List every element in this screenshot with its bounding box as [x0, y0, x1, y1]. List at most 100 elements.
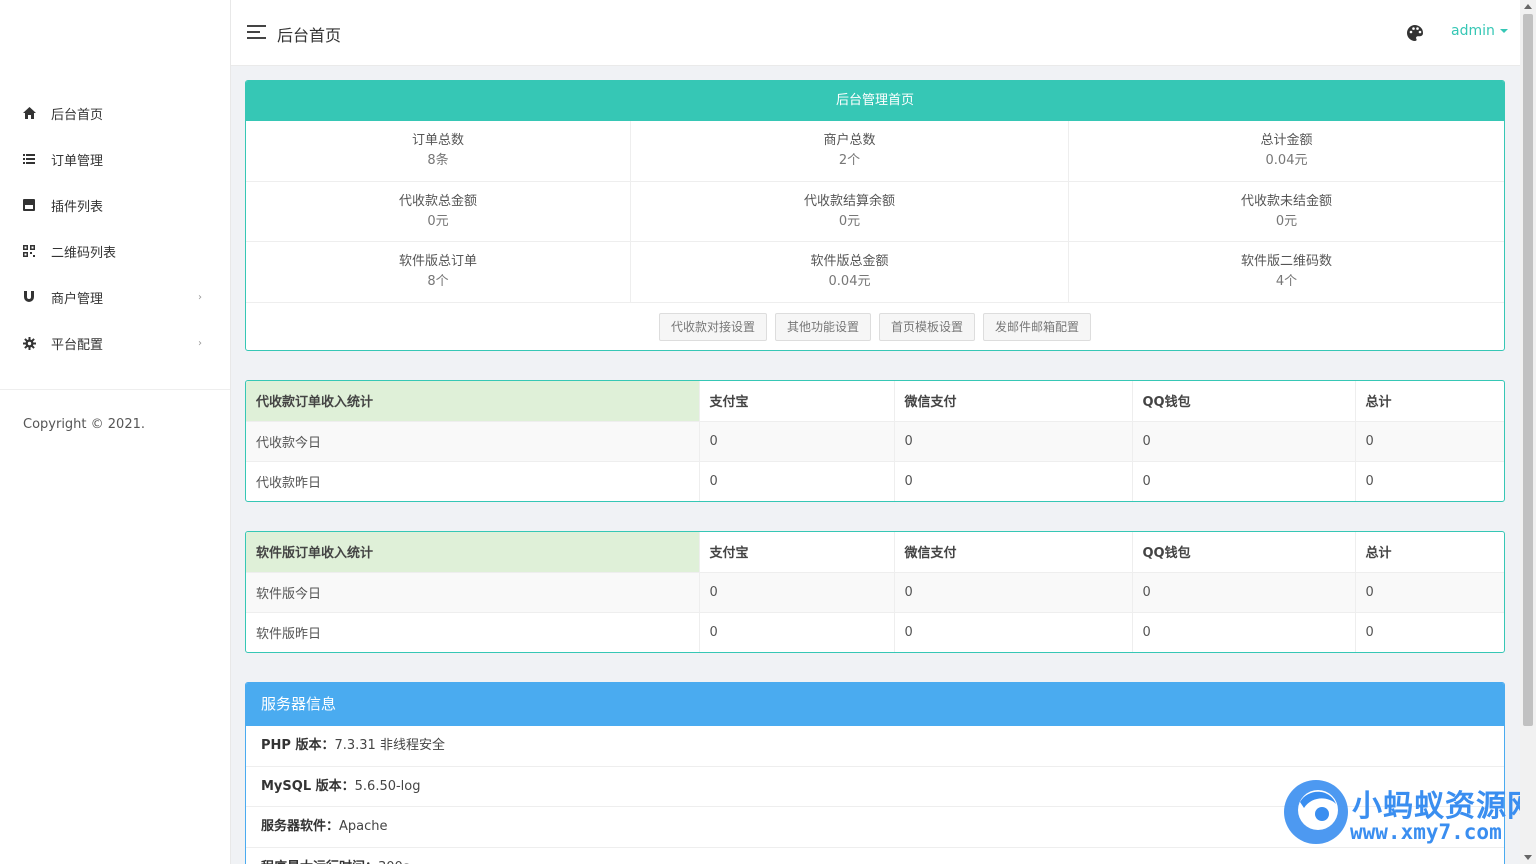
stat-label: 代收款结算余额 — [803, 193, 895, 209]
table-cell: 0 — [699, 461, 895, 501]
sidebar-item-platform-config[interactable]: 平台配置 › — [0, 320, 230, 366]
table-row: 软件版昨日 0 0 0 0 — [246, 612, 1504, 652]
sidebar-item-label: 后台首页 — [51, 107, 104, 123]
qrcode-icon — [22, 244, 36, 258]
table-header-cell: 软件版订单收入统计 — [246, 532, 700, 573]
sidebar-item-label: 二维码列表 — [51, 245, 117, 261]
stat-value: 8条 — [427, 153, 449, 168]
stat-cell: 商户总数 2个 — [631, 121, 1069, 182]
table-cell: 软件版今日 — [246, 572, 700, 613]
table-cell: 0 — [1132, 572, 1356, 613]
stat-value: 0元 — [427, 213, 449, 229]
stat-cell: 软件版总金额 0.04元 — [631, 242, 1069, 303]
info-key: 服务器软件： — [261, 819, 340, 834]
top-header: 后台首页 admin — [231, 0, 1520, 66]
sidebar-item-qrcodes[interactable]: 二维码列表 — [0, 228, 230, 274]
info-value: 300s — [378, 860, 410, 864]
table-header-row: 代收款订单收入统计 支付宝 微信支付 QQ钱包 总计 — [246, 381, 1504, 422]
table-header-cell: 微信支付 — [894, 381, 1133, 422]
scroll-up-icon[interactable] — [1524, 4, 1532, 9]
homepage-template-settings-button[interactable]: 首页模板设置 — [879, 312, 976, 341]
info-value: 5.6.50-log — [354, 778, 421, 794]
table-cell: 代收款昨日 — [246, 461, 700, 501]
table-header-cell: 微信支付 — [894, 532, 1133, 573]
stat-cell: 订单总数 8条 — [246, 121, 631, 182]
table-cell: 0 — [1132, 461, 1356, 501]
stat-cell: 代收款总金额 0元 — [246, 181, 631, 242]
other-features-settings-button[interactable]: 其他功能设置 — [774, 312, 871, 341]
sidebar-item-plugins[interactable]: 插件列表 — [0, 182, 230, 228]
stat-label: 代收款总金额 — [398, 193, 477, 209]
table-header-cell: 总计 — [1355, 381, 1504, 422]
scroll-thumb[interactable] — [1523, 14, 1533, 726]
table-cell: 0 — [1132, 421, 1356, 462]
table-cell: 0 — [894, 572, 1133, 613]
collection-income-table: 代收款订单收入统计 支付宝 微信支付 QQ钱包 总计 代收款今日 0 0 0 0… — [245, 380, 1505, 502]
stat-label: 商户总数 — [823, 133, 876, 148]
table-cell: 0 — [699, 421, 895, 462]
user-menu[interactable]: admin — [1451, 23, 1508, 39]
stat-value: 0.04元 — [1265, 153, 1308, 168]
scroll-down-icon[interactable] — [1524, 855, 1532, 860]
menu-toggle-icon[interactable] — [247, 25, 266, 39]
server-info-title: 服务器信息 — [246, 683, 1504, 726]
overview-panel: 后台管理首页 订单总数 8条 商户总数 2个 总计金额 0.04元 代收款总金额 0元 … — [245, 80, 1505, 351]
table-header-cell: 支付宝 — [699, 532, 895, 573]
info-value: 7.3.31 非线程安全 — [334, 738, 445, 753]
table-cell: 0 — [1132, 612, 1356, 652]
info-key: PHP 版本： — [261, 738, 335, 753]
info-key: 程序最大运行时间： — [261, 860, 378, 864]
table-cell: 0 — [1355, 421, 1504, 462]
stat-cell: 软件版二维码数 4个 — [1069, 242, 1504, 303]
stat-value: 0.04元 — [828, 274, 871, 289]
collection-api-settings-button[interactable]: 代收款对接设置 — [658, 312, 767, 341]
home-icon — [22, 106, 36, 120]
overview-title: 后台管理首页 — [246, 81, 1504, 121]
table-cell: 0 — [1365, 624, 1374, 640]
table-cell: 0 — [1355, 572, 1504, 613]
page-scrollbar[interactable] — [1520, 0, 1536, 864]
copyright: Copyright © 2021. — [23, 417, 146, 432]
sidebar-item-merchants[interactable]: 商户管理 › — [0, 274, 230, 320]
settings-buttons: 代收款对接设置 其他功能设置 首页模板设置 发邮件邮箱配置 — [246, 303, 1504, 351]
stat-label: 代收款未结金额 — [1240, 193, 1332, 209]
sidebar-nav: 后台首页 订单管理 插件列表 二维码列表 商户管理 › 平台配置 › — [0, 90, 230, 366]
table-row: 代收款昨日 0 0 0 0 — [246, 461, 1504, 501]
stat-value: 4个 — [1275, 274, 1298, 289]
watermark-url: www.xmy7.com — [1350, 820, 1502, 844]
sidebar-item-label: 商户管理 — [51, 291, 104, 307]
table-row: 软件版今日 0 0 0 0 — [246, 572, 1504, 613]
table-cell: 0 — [699, 572, 895, 613]
chevron-right-icon: › — [198, 291, 202, 303]
stat-value: 2个 — [838, 153, 861, 168]
table-cell: 0 — [1365, 473, 1374, 489]
sidebar-item-home[interactable]: 后台首页 — [0, 90, 230, 136]
stat-cell: 代收款未结金额 0元 — [1069, 182, 1504, 242]
watermark: 小蚂蚁资源网 www.xmy7.com — [1282, 775, 1536, 855]
caret-down-icon — [1499, 29, 1508, 33]
sidebar-item-label: 插件列表 — [51, 199, 104, 215]
stat-label: 软件版总订单 — [398, 254, 477, 269]
stat-value: 0元 — [838, 213, 861, 229]
mail-config-button[interactable]: 发邮件邮箱配置 — [983, 312, 1092, 341]
stat-cell: 软件版总订单 8个 — [246, 242, 631, 303]
stat-cell: 总计金额 0.04元 — [1069, 121, 1504, 182]
sidebar-item-orders[interactable]: 订单管理 — [0, 136, 230, 182]
table-cell: 0 — [894, 461, 1133, 501]
divider — [0, 389, 230, 390]
table-header-cell: QQ钱包 — [1132, 532, 1356, 573]
palette-icon[interactable] — [1406, 24, 1424, 42]
stat-label: 订单总数 — [411, 133, 464, 148]
table-cell: 0 — [699, 612, 895, 652]
table-cell: 0 — [894, 612, 1133, 652]
box-icon — [22, 198, 36, 212]
table-header-cell: 总计 — [1355, 532, 1504, 573]
sidebar-item-label: 平台配置 — [51, 337, 104, 353]
watermark-logo-icon — [1284, 780, 1348, 844]
list-icon — [22, 152, 36, 166]
info-value: Apache — [339, 819, 388, 834]
page-title: 后台首页 — [277, 26, 342, 45]
software-income-table: 软件版订单收入统计 支付宝 微信支付 QQ钱包 总计 软件版今日 0 0 0 0… — [245, 531, 1505, 653]
stat-label: 总计金额 — [1260, 133, 1313, 148]
stat-label: 软件版二维码数 — [1240, 254, 1332, 269]
